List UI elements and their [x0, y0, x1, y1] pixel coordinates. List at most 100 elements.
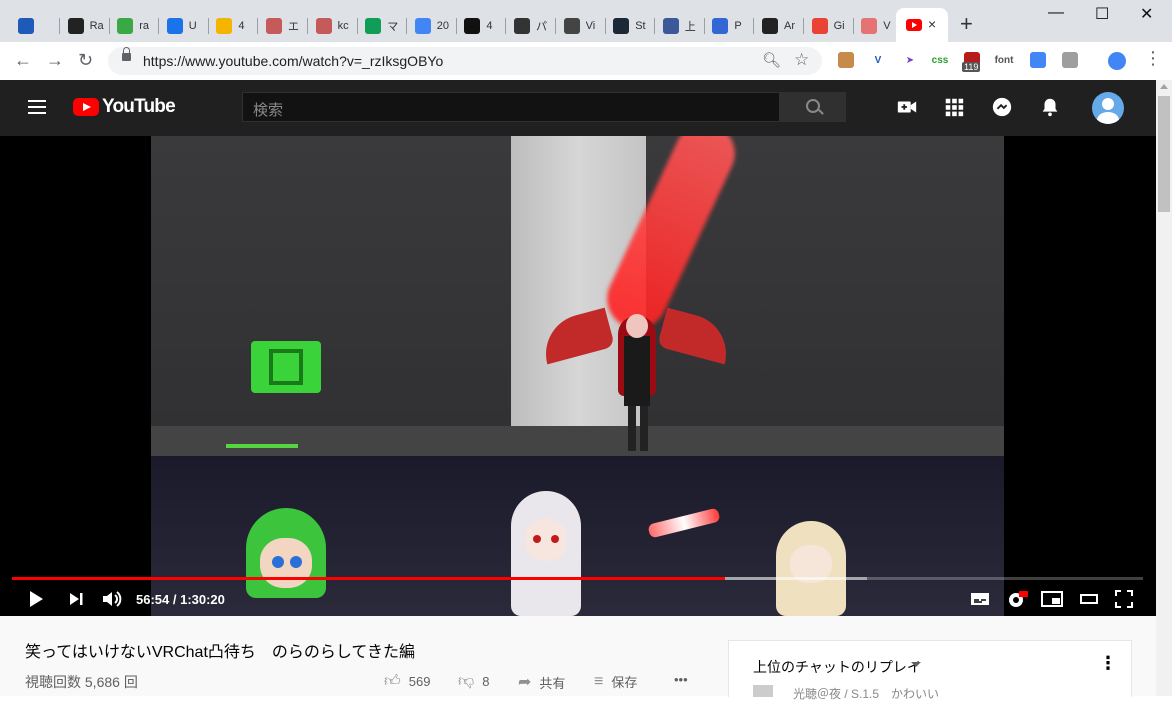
volume-icon[interactable] [102, 590, 124, 608]
forward-arrow-icon[interactable]: → [46, 50, 64, 71]
play-icon[interactable] [27, 590, 45, 608]
settings-gear-icon[interactable] [1007, 590, 1029, 608]
address-bar[interactable]: https://www.youtube.com/watch?v=_rzIksgO… [108, 47, 822, 75]
browser-tab[interactable]: エ [260, 12, 308, 40]
browser-tab[interactable]: 上 [657, 12, 705, 40]
search-button[interactable] [780, 92, 846, 122]
url-text[interactable]: https://www.youtube.com/watch?v=_rzIksgO… [143, 53, 443, 69]
box-logo-icon [464, 18, 481, 34]
d-circle-icon [662, 18, 679, 34]
create-video-icon[interactable] [896, 96, 918, 118]
maximize-button[interactable]: ☐ [1095, 4, 1109, 24]
thumbs-up-icon: 👍︎ [384, 673, 401, 690]
browser-tab[interactable]: マ [359, 12, 408, 40]
extension-badge: 119 [962, 62, 981, 72]
messages-icon[interactable] [991, 96, 1013, 118]
tab-title: ra [139, 20, 149, 32]
minimize-button[interactable]: — [1048, 4, 1064, 22]
browser-tab[interactable]: P [706, 12, 755, 40]
share-label: 共有 [539, 675, 566, 691]
reload-icon[interactable]: ↻ [78, 50, 93, 71]
search-icon [806, 99, 820, 113]
tab-title: kc [337, 20, 349, 32]
dislike-count: 8 [482, 674, 490, 689]
view-count: 視聴回数 5,686 回 [25, 674, 138, 690]
browser-tab[interactable]: パ [508, 12, 556, 40]
close-tab-icon[interactable]: × [928, 16, 936, 32]
chevron-down-icon[interactable] [911, 662, 921, 667]
more-actions-button[interactable]: ••• [674, 672, 688, 687]
back-arrow-icon[interactable]: ← [14, 50, 32, 71]
drive-icon [216, 18, 233, 34]
like-count: 569 [408, 674, 431, 689]
css-icon[interactable]: css [932, 52, 949, 68]
browser-menu-icon[interactable]: ⋮ [1144, 48, 1162, 69]
browser-tab[interactable]: Ra [62, 12, 110, 40]
scroll-up-icon[interactable] [1160, 84, 1168, 89]
like-button[interactable]: 👍︎ 569 [384, 672, 430, 691]
video-progress-bar[interactable] [12, 577, 1143, 580]
youtube-favicon-icon [906, 19, 922, 31]
scrollbar-thumb[interactable] [1158, 96, 1170, 212]
notifications-bell-icon[interactable] [1039, 96, 1061, 118]
tab-title: 4 [238, 20, 245, 32]
browser-tab[interactable] [12, 12, 60, 40]
tab-title: パ [536, 21, 547, 33]
tab-title: 上 [684, 21, 696, 33]
drive-ext-icon[interactable] [1062, 52, 1078, 68]
theater-mode-icon[interactable] [1079, 590, 1099, 608]
chat-more-icon[interactable]: ⋮ [1099, 653, 1117, 674]
dislike-button[interactable]: 👎︎ 8 [458, 672, 489, 691]
search-input[interactable]: 検索 [242, 92, 780, 122]
lock-icon [122, 47, 131, 61]
apps-grid-icon[interactable] [943, 96, 965, 118]
zoom-icon[interactable]: 🔍︎ [762, 51, 781, 69]
browser-tab[interactable]: Gi [806, 12, 854, 40]
miniplayer-icon[interactable] [1041, 590, 1063, 608]
browser-tab[interactable]: Ar [756, 12, 804, 40]
page-scrollbar[interactable] [1156, 80, 1172, 696]
green-ring-icon [117, 18, 134, 34]
youtube-logo[interactable]: YouTube [73, 96, 176, 118]
vivaldi-ext-icon[interactable]: V [870, 52, 886, 68]
browser-tab[interactable]: 20 [409, 12, 457, 40]
share-button[interactable]: ➦ 共有 [518, 672, 565, 692]
chat-header[interactable]: 上位のチャットのリプレイ [753, 657, 921, 677]
video-title: 笑ってはいけないVRChat凸待ち のらのらしてきた編 [25, 644, 415, 661]
youtube-play-logo-icon [73, 98, 99, 116]
video-player[interactable] [0, 136, 1156, 616]
new-tab-button[interactable]: + [960, 12, 973, 36]
browser-tab[interactable]: U [161, 12, 209, 40]
browser-tab[interactable]: 4 [210, 12, 259, 40]
chat-author-avatar [753, 685, 773, 697]
browser-tab[interactable]: kc [310, 12, 358, 40]
tab-youtube-active[interactable]: × [896, 8, 948, 42]
browser-tab[interactable]: Vi [558, 12, 606, 40]
profile-avatar[interactable] [1108, 52, 1126, 70]
v-red-icon [861, 18, 878, 34]
fullscreen-icon[interactable] [1115, 590, 1133, 608]
next-video-icon[interactable] [68, 590, 84, 608]
browser-tab[interactable]: 4 [458, 12, 507, 40]
subtitles-icon[interactable] [970, 590, 990, 608]
sakura-icon [266, 18, 282, 34]
cursor-icon[interactable]: ➤ [902, 52, 918, 68]
hamburger-menu-icon[interactable] [28, 100, 46, 114]
browser-tab[interactable]: St [607, 12, 656, 40]
browser-tab[interactable]: ra [111, 12, 160, 40]
font-icon[interactable]: font [995, 52, 1014, 68]
account-avatar[interactable] [1092, 92, 1124, 124]
tab-title: 20 [436, 20, 450, 32]
tab-title: St [635, 20, 646, 32]
more-label: ••• [674, 672, 688, 687]
chipmunk-icon[interactable] [838, 52, 854, 68]
chat-message-preview: 光聴＠夜 / S.1.5 かわいい [793, 687, 940, 701]
bookmark-star-icon[interactable]: ☆ [794, 50, 809, 70]
close-window-button[interactable]: ✕ [1140, 4, 1153, 24]
tab-title: 4 [486, 20, 493, 32]
video-info: 笑ってはいけないVRChat凸待ち のらのらしてきた編 視聴回数 5,686 回… [0, 616, 1156, 701]
chrome-icon[interactable] [1030, 52, 1046, 68]
save-button[interactable]: ≡ 保存 [594, 672, 637, 691]
tab-title: Ra [89, 20, 104, 32]
youtube-masthead: YouTube 検索 [0, 80, 1156, 136]
